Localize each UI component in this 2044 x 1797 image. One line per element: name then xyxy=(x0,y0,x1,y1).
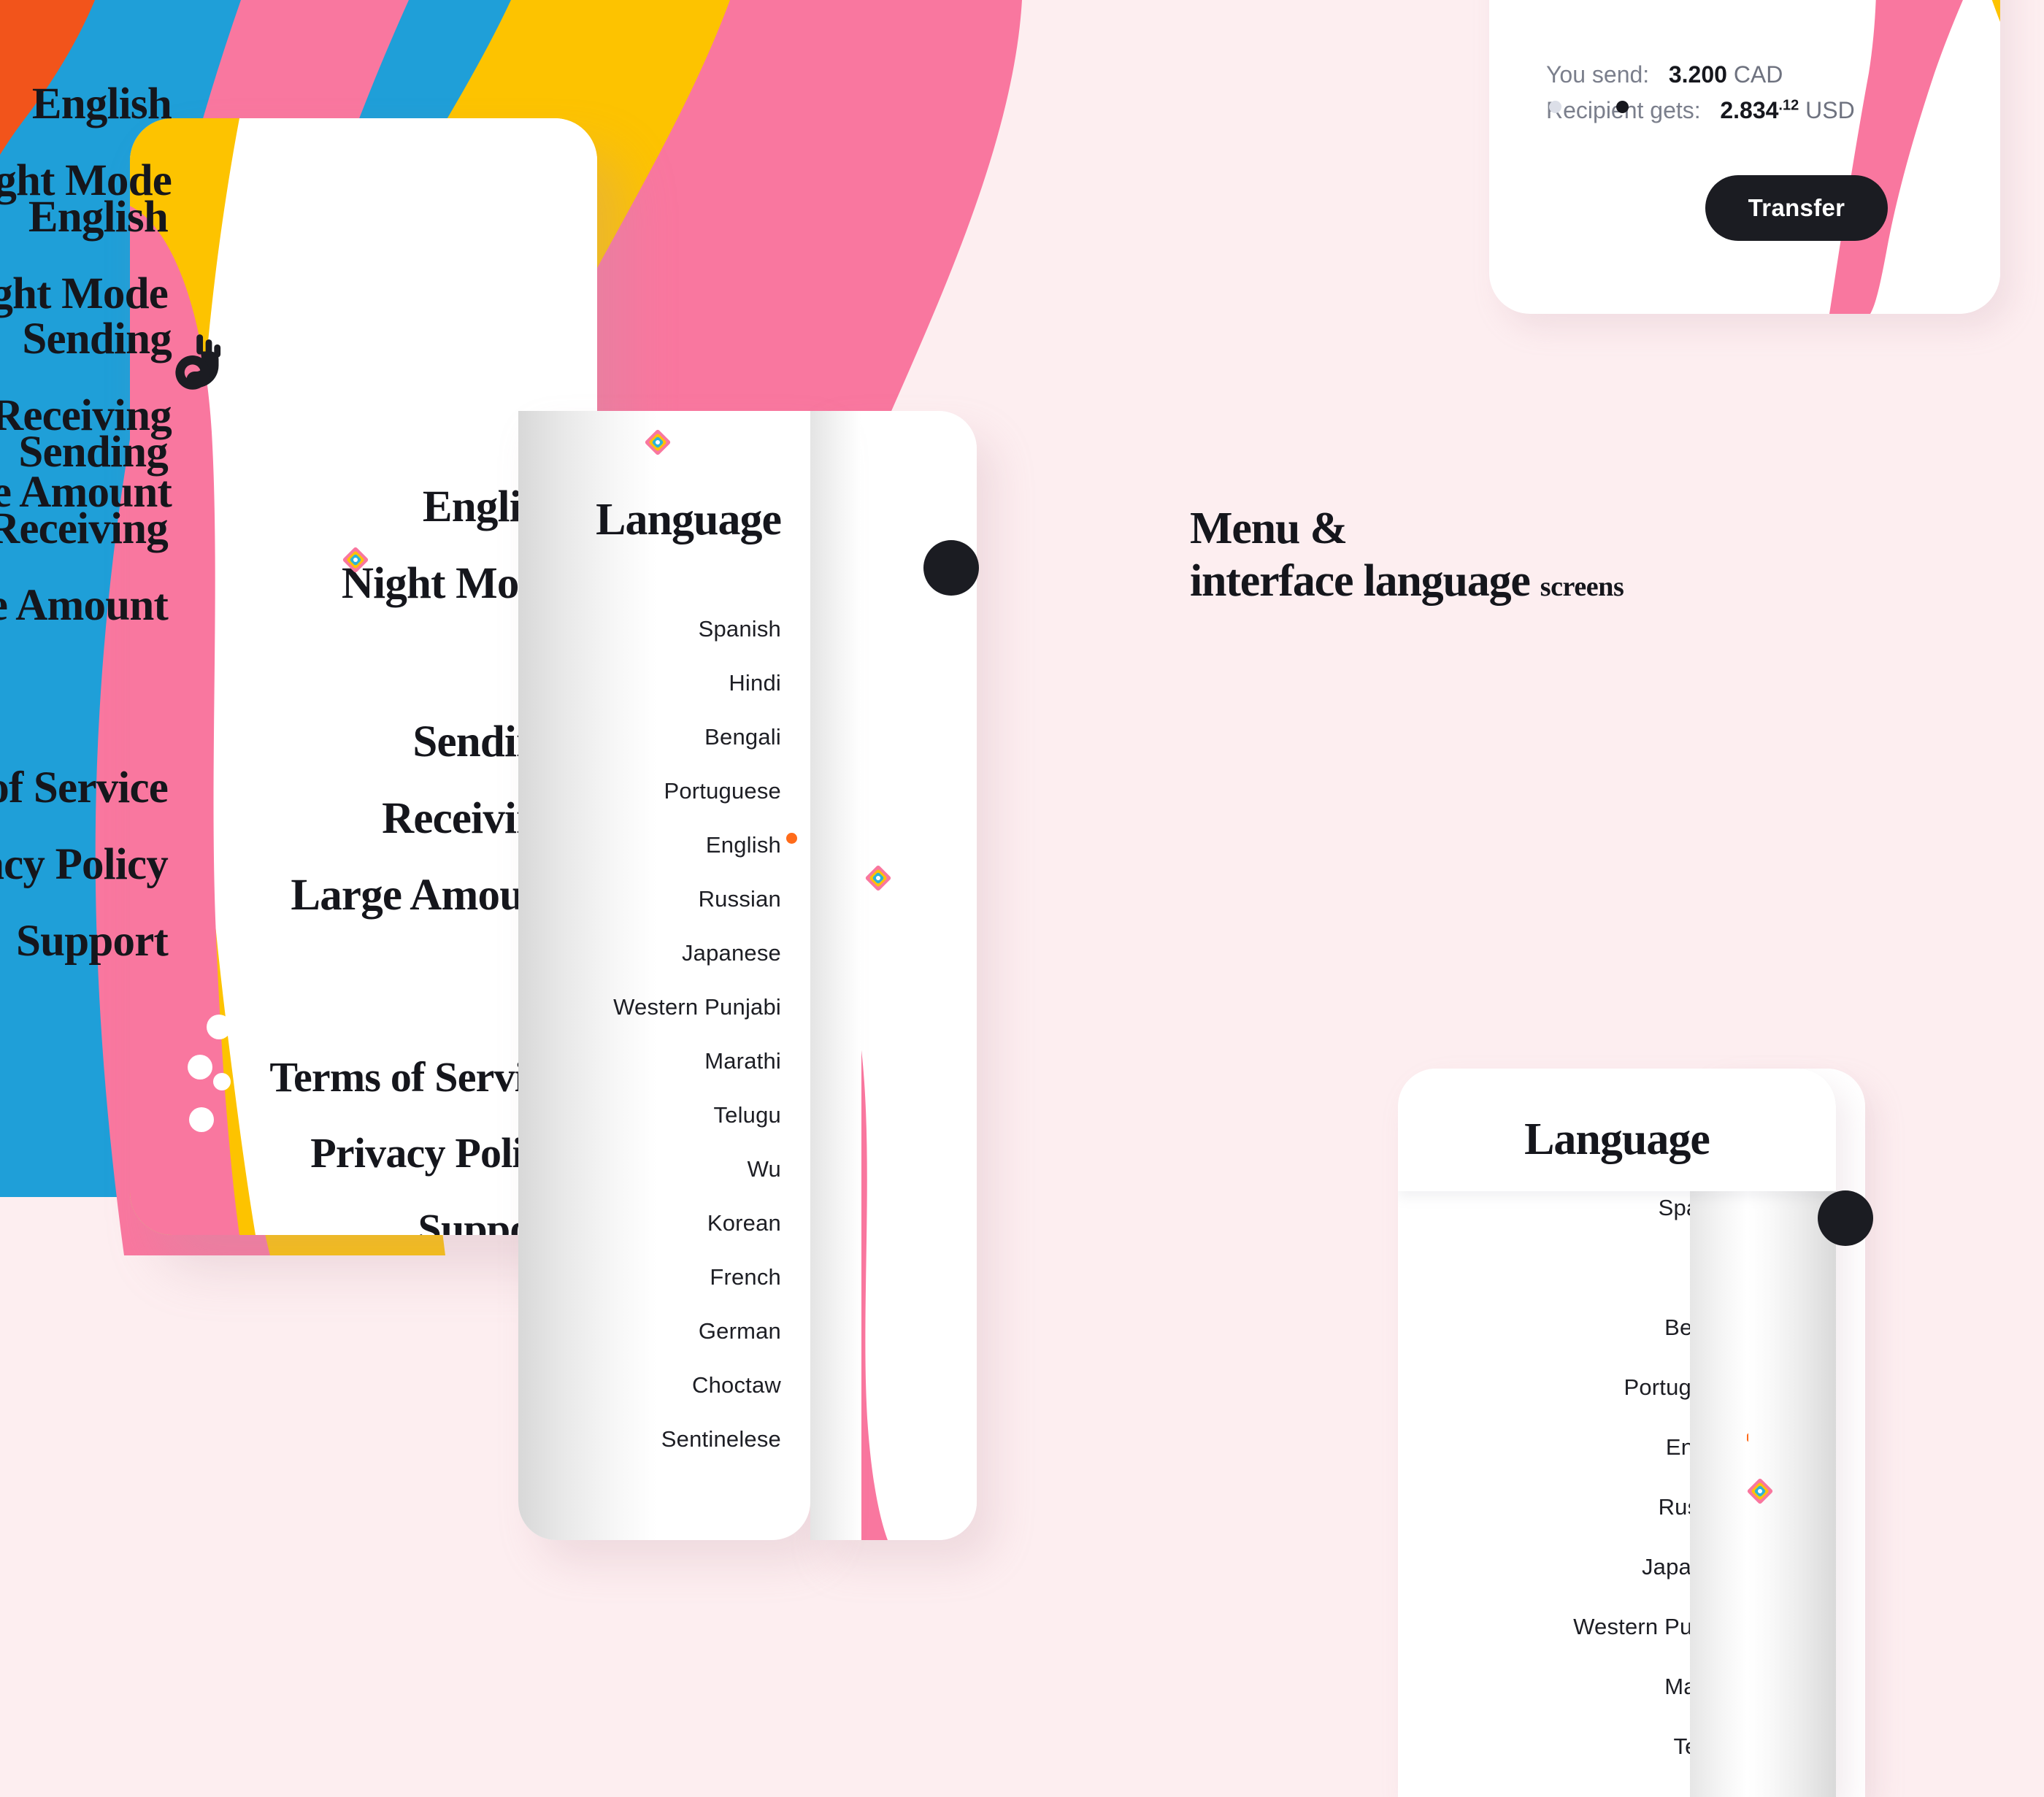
headline-line-2: interface language xyxy=(1190,556,1531,606)
close-button-secondary[interactable] xyxy=(923,540,979,596)
you-send-row: You send: 3.200 CAD xyxy=(1546,61,1783,88)
you-send-amount: 3.200 xyxy=(1668,61,1727,88)
list-item-label: English xyxy=(705,832,781,858)
list-item[interactable]: Spanish xyxy=(533,602,781,656)
list-item-selected[interactable]: English xyxy=(533,818,797,872)
menu-list: English Night Mode Sending Receiving Lar… xyxy=(153,469,562,1235)
menu-item-night-mode-br[interactable]: Night Mode xyxy=(0,142,172,219)
menu-item-receiving[interactable]: Receiving xyxy=(153,780,563,857)
menu-item-large-amount-secondary[interactable]: Large Amount xyxy=(0,567,169,644)
transfer-button[interactable]: Transfer xyxy=(1705,175,1888,241)
menu-item-sending[interactable]: Sending xyxy=(153,704,562,780)
page-title: Menu & interface language screens xyxy=(1190,502,1624,613)
ok-hand-logo-icon xyxy=(166,331,231,396)
menu-item-english-br[interactable]: English xyxy=(0,66,172,142)
language-card-title: Language xyxy=(596,495,782,545)
recipient-gets-row: Recipient gets: 2.834.12 USD xyxy=(1546,97,1855,124)
menu-item-terms-of-service[interactable]: Terms of Service xyxy=(153,1039,562,1115)
headline-line-1: Menu & xyxy=(1190,504,1348,553)
list-item[interactable]: French xyxy=(533,1250,781,1304)
list-item[interactable]: Sentinelese xyxy=(533,1412,781,1466)
you-send-label: You send: xyxy=(1546,61,1650,88)
you-send-currency: CAD xyxy=(1733,61,1783,88)
list-item[interactable]: Choctaw xyxy=(533,1358,781,1412)
language-sticky-header: Language xyxy=(1398,1069,1836,1191)
list-item[interactable]: Western Punjabi xyxy=(533,980,781,1034)
transfer-card-background-art xyxy=(1759,0,2000,314)
menu-item-support[interactable]: Support xyxy=(153,1191,563,1235)
list-item[interactable]: Japanese xyxy=(533,926,781,980)
menu-item-support-secondary[interactable]: Support xyxy=(0,903,169,980)
menu-item-english[interactable]: English xyxy=(153,469,563,545)
pagination-dot-2-active[interactable] xyxy=(1616,101,1629,113)
menu-item-terms-of-service-secondary[interactable]: Terms of Service xyxy=(0,750,169,826)
language-list: Spanish Hindi Bengali Portuguese English… xyxy=(533,602,797,1466)
transfer-card: You send: 3.200 CAD Recipient gets: 2.83… xyxy=(1489,0,2000,314)
menu-item-privacy-policy-secondary[interactable]: Privacy Policy xyxy=(0,826,169,903)
menu-list-bottom-right: English Night Mode Sending Receiving Lar… xyxy=(0,66,172,531)
list-item[interactable]: Russian xyxy=(533,872,781,926)
language-card-bottom-right-title: Language xyxy=(1524,1115,1710,1164)
language-card-bottom-right: Spanish Hindi Bengali Portuguese English… xyxy=(1398,1069,1836,1797)
menu-item-large-amount-br[interactable]: Large Amount xyxy=(0,454,172,531)
language-card: Language Spanish Hindi Bengali Portugues… xyxy=(518,411,810,1540)
menu-item-privacy-policy[interactable]: Privacy Policy xyxy=(153,1115,563,1191)
list-item[interactable]: Wu xyxy=(533,1142,781,1196)
screenshot-stage: English Night Mode Sending Receiving Lar… xyxy=(0,0,2044,1797)
menu-item-large-amount[interactable]: Large Amount xyxy=(153,857,562,934)
recipient-gets-amount: 2.834 xyxy=(1720,97,1779,123)
close-button-bottom-right[interactable] xyxy=(1818,1190,1873,1246)
menu-item-sending-br[interactable]: Sending xyxy=(0,301,172,377)
list-item[interactable]: Hindi xyxy=(533,656,781,710)
headline-superscript: screens xyxy=(1540,572,1624,602)
list-item[interactable]: Telugu xyxy=(533,1088,781,1142)
list-item[interactable]: Portuguese xyxy=(533,764,781,818)
headline-line-2-wrap: interface language screens xyxy=(1190,555,1624,613)
recipient-gets-currency: USD xyxy=(1805,97,1855,123)
selected-indicator-dot xyxy=(786,833,797,844)
list-item[interactable]: Korean xyxy=(533,1196,781,1250)
menu-item-receiving-br[interactable]: Receiving xyxy=(0,377,172,454)
recipient-gets-cents: .12 xyxy=(1778,97,1799,114)
list-item[interactable]: Marathi xyxy=(533,1034,781,1088)
pagination-dot-1[interactable] xyxy=(1549,101,1561,113)
list-item[interactable]: Bengali xyxy=(533,710,781,764)
list-item[interactable]: German xyxy=(533,1304,781,1358)
